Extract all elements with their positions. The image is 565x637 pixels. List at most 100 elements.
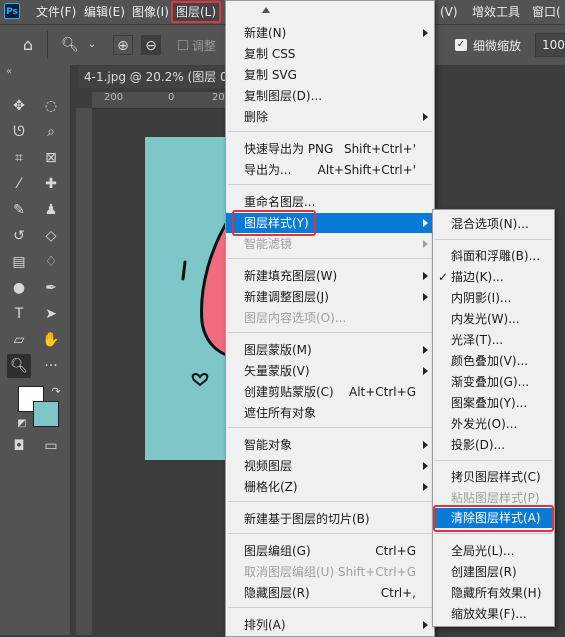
zoom-out-icon[interactable]: ⊖ [141, 35, 161, 55]
layer-menu-item[interactable]: 复制 CSS [226, 44, 434, 64]
layer-menu-item[interactable]: 复制 SVG [226, 65, 434, 85]
marquee-tool-icon[interactable]: ◌ [41, 96, 61, 116]
zoom-in-icon[interactable]: ⊕ [113, 35, 133, 55]
eraser-tool-icon[interactable]: ◇ [41, 226, 61, 246]
layer-style-item[interactable]: 缩放效果(F)... [433, 604, 554, 624]
chevron-down-icon[interactable]: ⌄ [82, 35, 102, 55]
scrubby-zoom-checkbox[interactable]: ✓ [455, 39, 467, 51]
menu-item-label: 投影(D)... [451, 438, 506, 452]
photoshop-logo: Ps [4, 3, 20, 19]
layer-menu-item[interactable]: 复制图层(D)... [226, 86, 434, 106]
menu-item-label: 新建调整图层(J) [244, 290, 329, 304]
layer-menu-item[interactable]: 删除 [226, 107, 434, 127]
zoom-tool-icon[interactable]: 🔍︎ [60, 35, 80, 55]
type-tool-icon[interactable]: T [9, 304, 29, 324]
gradient-tool-icon[interactable]: ▤ [9, 252, 29, 272]
collapse-panel-icon[interactable]: « [6, 66, 12, 77]
layer-style-item[interactable]: 外发光(O)... [433, 414, 554, 434]
scroll-up-icon[interactable] [262, 7, 270, 13]
layer-style-item[interactable]: 颜色叠加(V)... [433, 351, 554, 371]
layer-menu-item[interactable]: 新建基于图层的切片(B) [226, 509, 434, 529]
layer-menu-item[interactable]: 智能对象 [226, 435, 434, 455]
layer-style-item[interactable]: 斜面和浮雕(B)... [433, 246, 554, 266]
history-brush-tool-icon[interactable]: ↺ [9, 226, 29, 246]
more-tools-icon[interactable]: ··· [41, 356, 61, 376]
frame-tool-icon[interactable]: ⊠ [41, 148, 61, 168]
layer-style-item[interactable]: 拷贝图层样式(C) [433, 467, 554, 487]
layer-menu-item[interactable]: 排列(A) [226, 615, 434, 635]
layer-menu-item[interactable]: 导出为... Alt+Shift+Ctrl+' [226, 160, 434, 180]
submenu-arrow-icon [423, 367, 428, 375]
layer-menu-item: 智能滤镜 [226, 234, 434, 254]
menu-layer[interactable]: 图层(L) [171, 1, 222, 23]
document-tab[interactable]: 4-1.jpg @ 20.2% (图层 0, [78, 66, 234, 88]
layer-menu: 新建(N) 复制 CSS 复制 SVG 复制图层(D)... 删除快速导出为 PNG Sh… [225, 0, 435, 637]
menu-separator [228, 184, 432, 185]
shape-tool-icon[interactable]: ▱ [9, 330, 29, 350]
layer-menu-item[interactable]: 新建调整图层(J) [226, 287, 434, 307]
layer-menu-item[interactable]: 重命名图层... [226, 192, 434, 212]
layer-style-item[interactable]: 内阴影(I)... [433, 288, 554, 308]
layer-menu-item[interactable]: 遮住所有对象 [226, 403, 434, 423]
menu-item-label: 智能滤镜 [244, 237, 293, 251]
menu-file[interactable]: 文件(F) [36, 0, 76, 24]
menu-item-label: 新建(N) [244, 26, 287, 40]
hand-tool-icon[interactable]: ✋ [41, 330, 61, 350]
menu-separator [228, 258, 432, 259]
zoom-value-field[interactable]: 100 [535, 33, 565, 57]
eyedropper-tool-icon[interactable]: ⁄ [9, 174, 29, 194]
brush-tool-icon[interactable]: ✎ [9, 200, 29, 220]
layer-menu-item[interactable]: 图层蒙版(M) [226, 340, 434, 360]
menu-plugins[interactable]: 增效工具 [472, 0, 520, 24]
stamp-tool-icon[interactable]: ♟ [41, 200, 61, 220]
layer-style-item[interactable]: 隐藏所有效果(H) [433, 583, 554, 603]
layer-style-item[interactable]: 渐变叠加(G)... [433, 372, 554, 392]
layer-menu-item[interactable]: 视频图层 [226, 456, 434, 476]
menu-view[interactable]: (V) [440, 0, 458, 24]
layer-menu-item[interactable]: 图层编组(G) Ctrl+G [226, 541, 434, 561]
layer-style-item[interactable]: 光泽(T)... [433, 330, 554, 350]
document-canvas[interactable] [145, 137, 237, 460]
quick-mask-icon[interactable]: ◘ [9, 436, 29, 456]
layer-menu-item[interactable]: 快速导出为 PNG Shift+Ctrl+' [226, 139, 434, 159]
checkmark-icon: ✓ [438, 270, 449, 284]
pen-tool-icon[interactable]: ✒ [41, 278, 61, 298]
healing-brush-tool-icon[interactable]: ✚ [41, 174, 61, 194]
background-color-swatch[interactable] [33, 401, 59, 427]
layer-menu-item[interactable]: 矢量蒙版(V) [226, 361, 434, 381]
layer-style-item[interactable]: 创建图层(R) [433, 562, 554, 582]
layer-menu-item[interactable]: 新建(N) [226, 23, 434, 43]
crop-tool-icon[interactable]: ⌗ [9, 148, 29, 168]
submenu-arrow-icon [423, 462, 428, 470]
layer-style-item[interactable]: ✓ 描边(K)... [433, 267, 554, 287]
layer-style-item[interactable]: 全局光(L)... [433, 541, 554, 561]
quick-select-tool-icon[interactable]: ⌕ [41, 122, 61, 142]
layer-menu-item[interactable]: 新建填充图层(W) [226, 266, 434, 286]
layer-menu-item[interactable]: 栅格化(Z) [226, 477, 434, 497]
submenu-arrow-icon [423, 272, 428, 280]
layer-style-item[interactable]: 投影(D)... [433, 435, 554, 455]
menu-image[interactable]: 图像(I) [132, 0, 169, 24]
menu-edit[interactable]: 编辑(E) [84, 0, 125, 24]
layer-menu-item[interactable]: 创建剪贴蒙版(C) Alt+Ctrl+G [226, 382, 434, 402]
swap-colors-icon[interactable]: ↷ [46, 382, 66, 402]
path-select-tool-icon[interactable]: ➤ [41, 304, 61, 324]
layer-style-item[interactable]: 图案叠加(Y)... [433, 393, 554, 413]
zoom-tool-active-icon[interactable]: 🔍︎ [7, 354, 31, 378]
dodge-tool-icon[interactable]: ● [9, 278, 29, 298]
menu-separator [228, 501, 432, 502]
menu-window[interactable]: 窗口( [532, 0, 561, 24]
layer-style-item[interactable]: 内发光(W)... [433, 309, 554, 329]
lasso-tool-icon[interactable]: ᘎ [9, 122, 29, 142]
layer-style-item[interactable]: 混合选项(N)... [433, 214, 554, 234]
move-tool-icon[interactable]: ✥ [9, 96, 29, 116]
blur-tool-icon[interactable]: ♢ [41, 252, 61, 272]
menu-item-label: 排列(A) [244, 618, 286, 632]
menu-item-label: 图层编组(G) [244, 544, 311, 558]
menu-item-shortcut: Alt+Shift+Ctrl+' [317, 163, 416, 177]
screen-mode-icon[interactable]: ▭ [41, 436, 61, 456]
resize-windows-checkbox[interactable] [178, 40, 188, 50]
default-colors-icon[interactable]: ◩ [12, 414, 32, 434]
layer-menu-item[interactable]: 隐藏图层(R) Ctrl+, [226, 583, 434, 603]
home-icon[interactable]: ⌂ [18, 35, 38, 55]
